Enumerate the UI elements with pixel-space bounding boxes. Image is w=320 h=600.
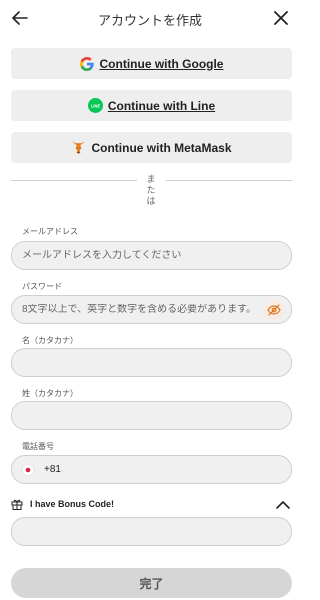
first-name-input[interactable]	[22, 357, 281, 368]
toggle-password-visibility-button[interactable]	[264, 300, 284, 320]
password-input[interactable]	[22, 304, 259, 315]
last-name-field[interactable]	[11, 401, 292, 430]
eye-off-icon	[267, 304, 281, 316]
svg-text:LINE: LINE	[91, 103, 101, 108]
bonus-code-field[interactable]	[11, 517, 292, 546]
divider-line-right	[166, 180, 292, 181]
close-button[interactable]	[270, 7, 292, 29]
metamask-icon	[71, 140, 86, 155]
page-title: アカウントを作成	[97, 13, 202, 28]
google-icon	[80, 56, 95, 71]
phone-label: 電話番号	[22, 442, 54, 451]
bonus-code-input[interactable]	[22, 526, 281, 537]
password-field[interactable]	[11, 295, 292, 324]
chevron-up-icon[interactable]	[275, 496, 291, 512]
first-name-field[interactable]	[11, 348, 292, 377]
submit-button[interactable]: 完了	[11, 568, 292, 598]
header: アカウントを作成	[0, 0, 300, 36]
bonus-code-label: I have Bonus Code!	[30, 499, 115, 509]
country-code: +81	[44, 464, 61, 475]
continue-with-metamask-button[interactable]: Continue with MetaMask	[11, 132, 292, 163]
close-icon	[274, 11, 288, 25]
last-name-label: 姓（カタカナ）	[22, 389, 78, 398]
japan-flag-icon[interactable]	[22, 463, 34, 476]
line-button-label: Continue with Line	[107, 98, 216, 113]
phone-field[interactable]: +81	[11, 455, 292, 484]
last-name-input[interactable]	[22, 410, 281, 421]
email-field[interactable]	[11, 241, 292, 270]
or-text: ま た は	[146, 174, 156, 206]
divider-line-left	[11, 180, 137, 181]
submit-button-label: 完了	[139, 576, 164, 591]
first-name-label: 名（カタカナ）	[22, 336, 78, 345]
bonus-code-toggle[interactable]: I have Bonus Code!	[11, 494, 292, 514]
metamask-button-label: Continue with MetaMask	[91, 140, 232, 155]
google-button-label: Continue with Google	[99, 56, 224, 71]
phone-input[interactable]	[66, 464, 281, 475]
password-label: パスワード	[22, 282, 62, 291]
gift-icon	[11, 498, 23, 510]
line-icon: LINE	[87, 98, 103, 113]
email-input[interactable]	[22, 250, 281, 261]
email-label: メールアドレス	[22, 227, 78, 236]
continue-with-google-button[interactable]: Continue with Google	[11, 48, 292, 79]
or-divider: ま た は	[11, 172, 292, 212]
continue-with-line-button[interactable]: LINE Continue with Line	[11, 90, 292, 121]
